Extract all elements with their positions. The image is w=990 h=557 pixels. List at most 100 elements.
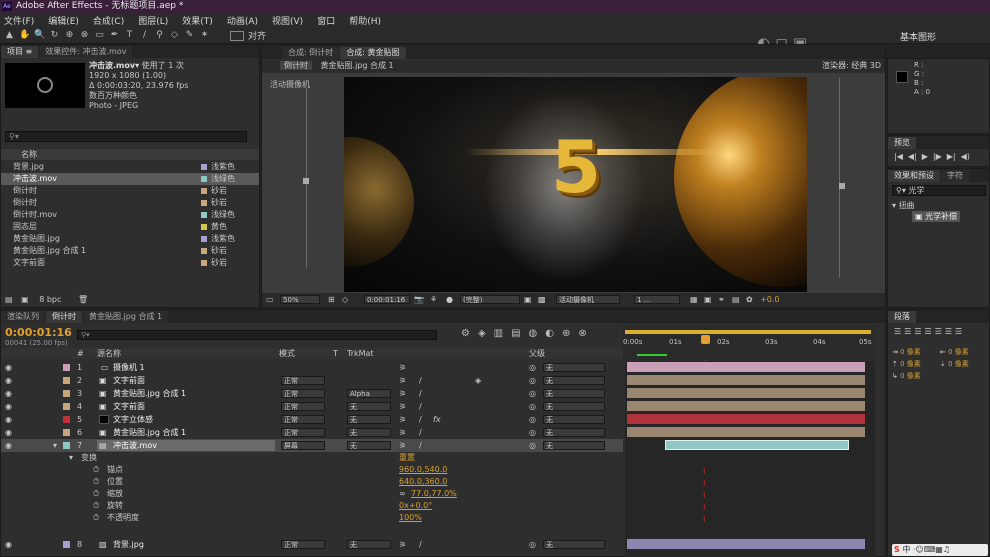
type-tool-icon[interactable]: T — [124, 30, 135, 41]
first-frame-icon[interactable]: |◀ — [894, 152, 903, 161]
property-value[interactable]: 960.0,540.0 — [399, 464, 447, 476]
shy-switch-icon[interactable]: ⚞ — [399, 426, 406, 439]
bpc-button[interactable]: 8 bpc — [39, 295, 61, 304]
col-source-name[interactable]: 源名称 — [97, 348, 121, 359]
ime-tray[interactable]: S 中 ·☺⌨▦♫ — [892, 544, 988, 556]
3d-layer-icon[interactable]: ◈ — [475, 374, 481, 387]
effects-category[interactable]: ▾ 扭曲 — [892, 200, 915, 211]
current-time-display[interactable]: 0:00:01:16 — [364, 295, 410, 304]
pickwhip-icon[interactable]: ◎ — [529, 374, 536, 387]
parent-select[interactable]: 无 — [543, 376, 605, 385]
layer-name[interactable]: 黄金贴图.jpg 合成 1 — [113, 387, 186, 400]
roto-tool-icon[interactable]: ✎ — [184, 30, 195, 41]
menu-window[interactable]: 窗口 — [317, 14, 335, 27]
justify-left-icon[interactable]: ☰ — [925, 327, 932, 336]
align-center-icon[interactable]: ☰ — [904, 327, 911, 336]
pan-behind-tool-icon[interactable]: ⊗ — [79, 30, 90, 41]
layer-name[interactable]: 黄金贴图.jpg 合成 1 — [113, 426, 186, 439]
visibility-eye-icon[interactable]: ◉ — [5, 538, 12, 551]
effects-search-input[interactable]: ⚲▾ 光学 — [892, 185, 986, 196]
trkmat-select[interactable]: 无 — [347, 428, 391, 437]
list-item[interactable]: 背景.jpg 浅紫色 — [1, 161, 259, 173]
blend-mode-select[interactable]: 正常 — [281, 376, 325, 385]
transparency-grid-icon[interactable]: ▩ — [538, 293, 546, 307]
blend-mode-select[interactable]: 屏幕 — [281, 441, 325, 450]
list-item[interactable]: 黄金贴图.jpg 合成 1 砂岩 — [1, 245, 259, 257]
blend-mode-select[interactable]: 正常 — [281, 389, 325, 398]
shy-switch-icon[interactable]: ⚞ — [399, 374, 406, 387]
new-folder-icon[interactable]: ▤ — [5, 295, 13, 304]
exposure-value[interactable]: +0.0 — [760, 293, 779, 307]
layer-duration-bar[interactable] — [627, 362, 865, 372]
quality-switch-icon[interactable]: / — [419, 413, 422, 426]
visibility-eye-icon[interactable]: ◉ — [5, 413, 12, 426]
list-item[interactable]: 倒计时.mov 浅绿色 — [1, 209, 259, 221]
fx-switch-icon[interactable]: fx — [433, 413, 441, 426]
menu-animation[interactable]: 动画(A) — [227, 14, 258, 27]
rotate-tool-icon[interactable]: ↻ — [49, 30, 60, 41]
brush-tool-icon[interactable]: / — [139, 30, 150, 41]
trkmat-select[interactable]: 无 — [347, 402, 391, 411]
parent-select[interactable]: 无 — [543, 415, 605, 424]
layer-name[interactable]: 文字前面 — [113, 400, 145, 413]
eraser-tool-icon[interactable]: ◇ — [169, 30, 180, 41]
layer-duration-bar-selected[interactable] — [665, 440, 849, 450]
time-ruler[interactable]: 0:00s 01s 02s 03s 04s 05s — [623, 326, 875, 360]
tab-paragraph[interactable]: 段落 — [888, 311, 916, 323]
camera-tool-icon[interactable]: ⊕ — [64, 30, 75, 41]
property-value[interactable]: 100% — [399, 512, 422, 524]
next-frame-icon[interactable]: |▶ — [933, 152, 942, 161]
flowchart-icon[interactable]: ⚭ — [718, 293, 725, 307]
first-line-indent-field[interactable]: ↳ 0 像素 — [892, 370, 921, 382]
project-search-input[interactable]: ⚲▾ — [5, 131, 247, 142]
snapshot-icon[interactable]: 📷 — [414, 293, 424, 307]
timeline-timecode[interactable]: 0:00:01:16 — [5, 326, 72, 339]
tab-effects-presets[interactable]: 效果和预设 — [888, 170, 940, 182]
clone-tool-icon[interactable]: ⚲ — [154, 30, 165, 41]
quality-switch-icon[interactable]: / — [419, 387, 422, 400]
timeline-search-input[interactable]: ⚲▾ — [77, 330, 437, 340]
parent-select[interactable]: 无 — [543, 540, 605, 549]
tab-preview[interactable]: 预览 — [888, 137, 916, 149]
justify-center-icon[interactable]: ☰ — [935, 327, 942, 336]
workspace-label[interactable]: 基本图形 — [900, 30, 936, 43]
blend-mode-select[interactable]: 正常 — [281, 402, 325, 411]
layer-row[interactable]: ◉ 8 ▨ 背景.jpg 正常 无 ⚞ / ◎ 无 — [1, 538, 623, 551]
menu-effect[interactable]: 效果(T) — [182, 14, 213, 27]
visibility-eye-icon[interactable]: ◉ — [5, 387, 12, 400]
shy-switch-icon[interactable]: ⚞ — [399, 413, 406, 426]
stopwatch-icon[interactable]: ⏱ — [93, 500, 99, 512]
layer-label-swatch[interactable] — [63, 377, 70, 384]
constrain-link-icon[interactable]: ∞ — [399, 488, 406, 500]
puppet-tool-icon[interactable]: ✶ — [199, 30, 210, 41]
tab-comp-countdown[interactable]: 合成: 倒计时 — [282, 47, 340, 59]
channel-icon[interactable]: ● — [446, 293, 453, 307]
reset-exposure-icon[interactable]: ✿ — [746, 293, 753, 307]
transform-group[interactable]: ▾ 变换 重置 — [1, 452, 623, 464]
tab-timeline-countdown[interactable]: 倒计时 — [46, 311, 82, 323]
track-area[interactable]: IIIII — [625, 361, 875, 557]
justify-all-icon[interactable]: ☰ — [955, 327, 962, 336]
toggle-pixel-icon[interactable]: ▦ — [690, 293, 698, 307]
quality-switch-icon[interactable]: / — [419, 374, 422, 387]
layer-duration-bar[interactable] — [627, 414, 865, 424]
effects-item[interactable]: ▣ 光学补偿 — [912, 211, 961, 222]
property-row[interactable]: ⏱ 位置 640.0,360.0 — [1, 476, 623, 488]
composition-frame[interactable]: 5 — [344, 77, 807, 292]
tab-timeline-gold[interactable]: 黄金贴图.jpg 合成 1 — [83, 311, 169, 323]
menu-layer[interactable]: 图层(L) — [138, 14, 168, 27]
col-mode[interactable]: 模式 — [279, 348, 295, 359]
zoom-select[interactable]: 50% — [280, 295, 320, 304]
pickwhip-icon[interactable]: ◎ — [529, 361, 536, 374]
pickwhip-icon[interactable]: ◎ — [529, 538, 536, 551]
quality-switch-icon[interactable]: / — [419, 400, 422, 413]
property-value[interactable]: 0x+0.0° — [399, 500, 432, 512]
pen-tool-icon[interactable]: ✒ — [109, 30, 120, 41]
list-item[interactable]: 文字前面 砂岩 — [1, 257, 259, 269]
blend-mode-select[interactable]: 正常 — [281, 540, 325, 549]
layer-label-swatch[interactable] — [63, 403, 70, 410]
breadcrumb-gold-comp[interactable]: 黄金贴图.jpg 合成 1 — [321, 61, 394, 70]
stopwatch-icon[interactable]: ⏱ — [93, 488, 99, 500]
shy-switch-icon[interactable]: ⚞ — [399, 361, 406, 374]
layer-name[interactable]: 文字前面 — [113, 374, 145, 387]
